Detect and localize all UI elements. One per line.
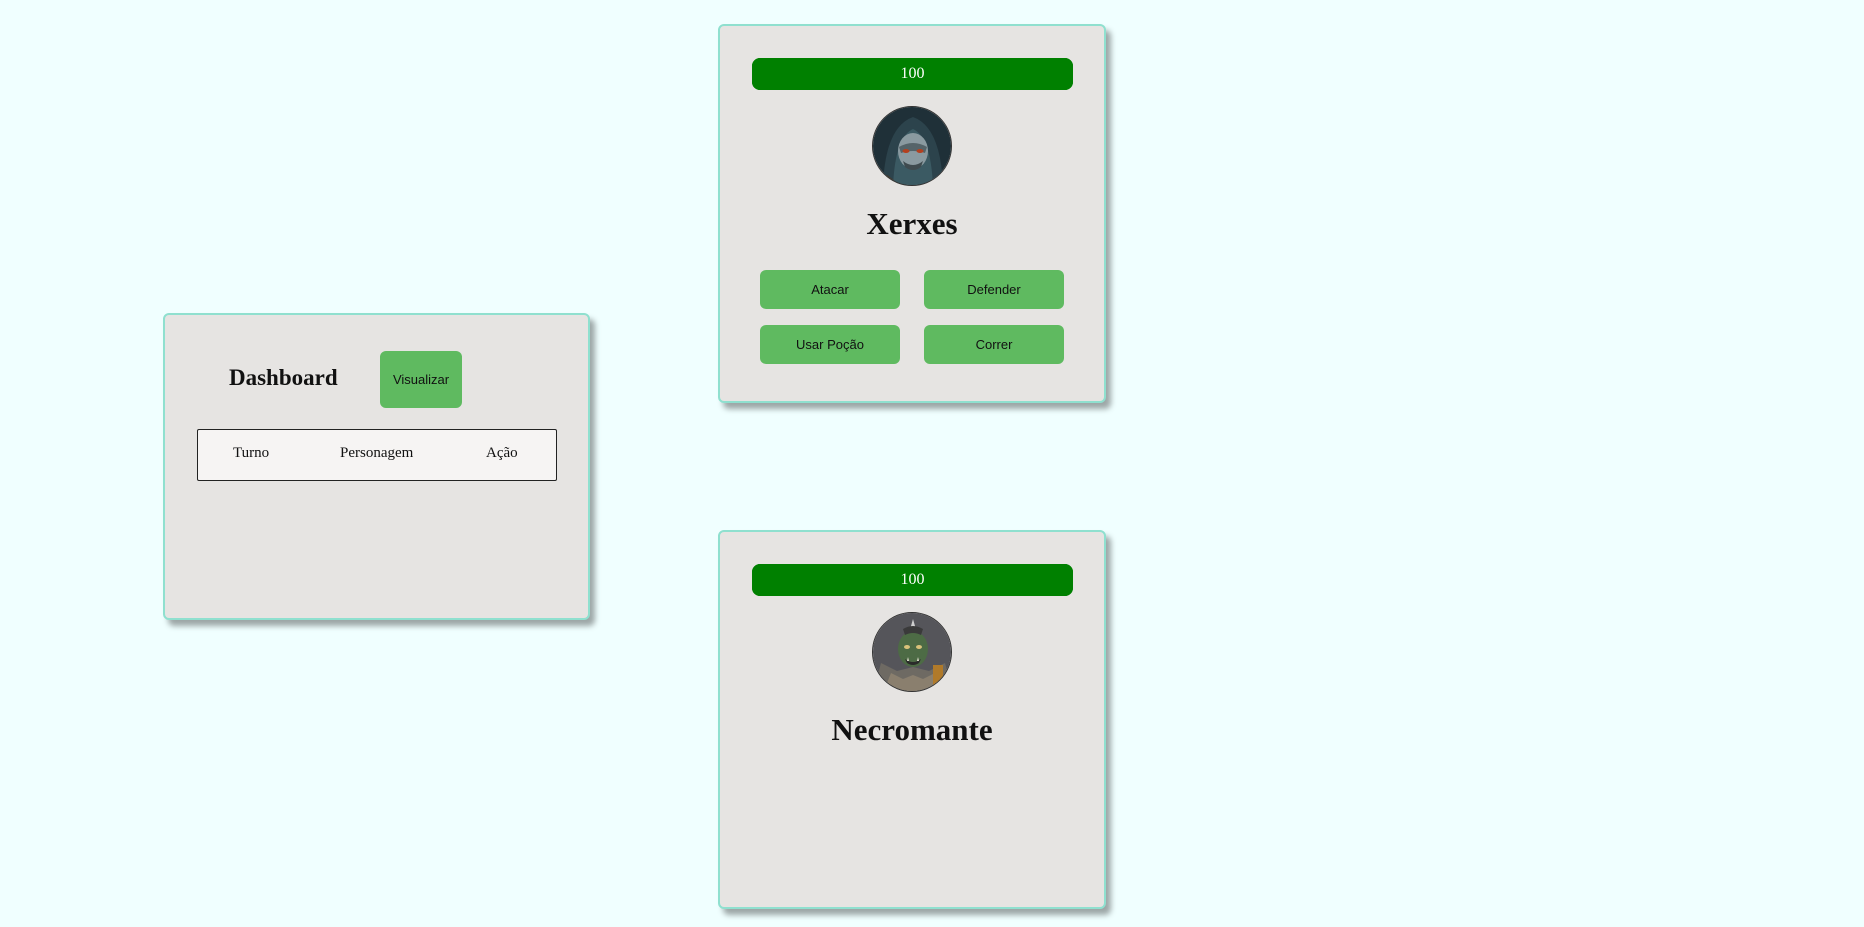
player-name: Xerxes bbox=[866, 206, 958, 241]
table-header-turno: Turno bbox=[233, 445, 270, 461]
turn-log-table: Turno Personagem Ação bbox=[197, 429, 557, 481]
atacar-button[interactable]: Atacar bbox=[760, 270, 900, 309]
dashboard-title: Dashboard bbox=[229, 365, 338, 390]
armored-orc-portrait-icon bbox=[873, 613, 951, 691]
correr-button[interactable]: Correr bbox=[924, 325, 1064, 364]
enemy-avatar bbox=[872, 612, 952, 692]
player-hp-value: 100 bbox=[900, 65, 925, 82]
player-card: 100 Xerxes Atacar Defender Usar Poção Co… bbox=[718, 24, 1106, 403]
dashboard-header: Dashboard Visualizar bbox=[165, 351, 588, 408]
hooded-warrior-portrait-icon bbox=[873, 107, 951, 185]
visualizar-button[interactable]: Visualizar bbox=[380, 351, 462, 408]
defender-button[interactable]: Defender bbox=[924, 270, 1064, 309]
table-header-acao: Ação bbox=[486, 445, 518, 461]
enemy-card: 100 Necromante bbox=[718, 530, 1106, 909]
table-header-personagem: Personagem bbox=[340, 445, 414, 461]
dashboard-panel: Dashboard Visualizar Turno Personagem Aç… bbox=[163, 313, 590, 620]
player-hp-bar: 100 bbox=[752, 58, 1073, 90]
enemy-hp-bar: 100 bbox=[752, 564, 1073, 596]
enemy-hp-value: 100 bbox=[900, 571, 925, 588]
player-avatar bbox=[872, 106, 952, 186]
enemy-name: Necromante bbox=[831, 712, 993, 747]
usar-pocao-button[interactable]: Usar Poção bbox=[760, 325, 900, 364]
